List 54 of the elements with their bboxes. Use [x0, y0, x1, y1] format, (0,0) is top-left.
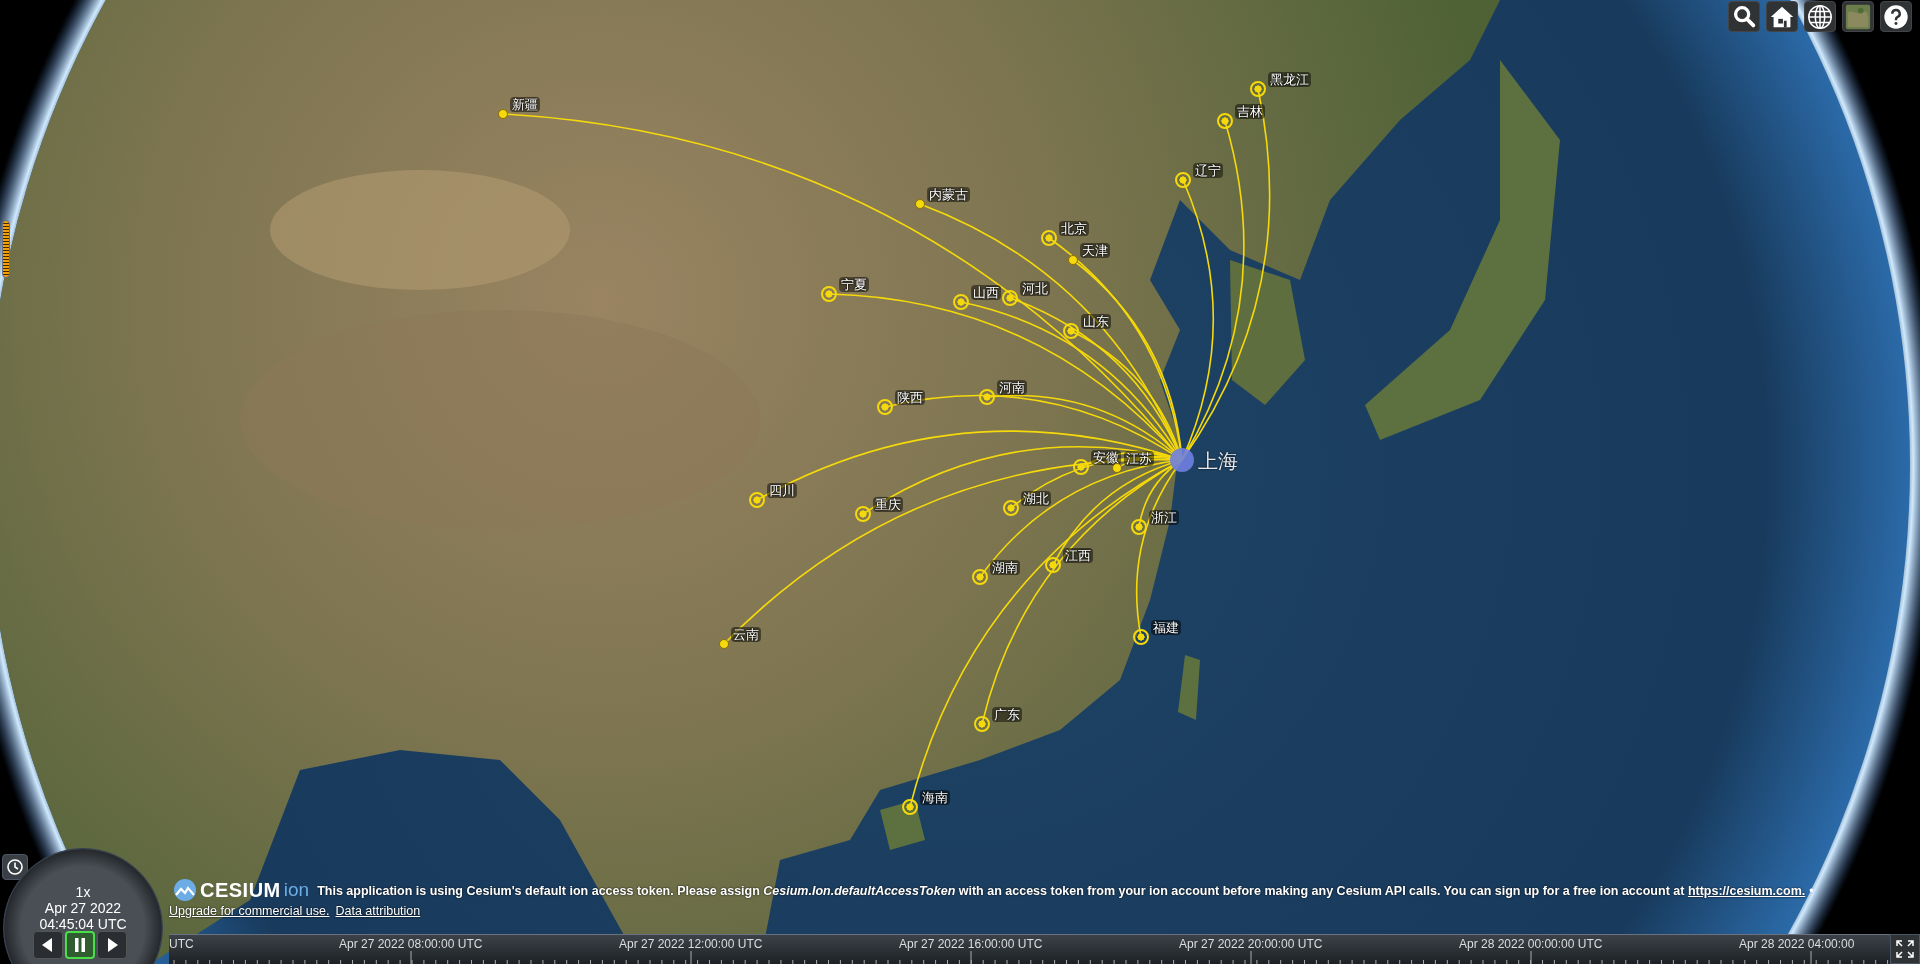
timeline-label: Apr 28 2022 00:00:00 UTC	[1459, 937, 1603, 952]
province-label: 福建	[1151, 620, 1181, 635]
animation-speed: 1x	[75, 884, 91, 900]
timeline-label: Apr 27 2022 16:00:00 UTC	[899, 937, 1043, 952]
reverse-button[interactable]	[33, 931, 63, 959]
timeline-label: Apr 27 2022 12:00:00 UTC	[619, 937, 763, 952]
province-label: 河北	[1020, 281, 1050, 296]
upgrade-link[interactable]: Upgrade for commercial use.	[169, 902, 330, 920]
province-label: 河南	[997, 380, 1027, 395]
province-label: 吉林	[1235, 104, 1265, 119]
token-notice: This application is using Cesium's default ion access token. Please assign Cesium.Ion.defaultAccessToken with an access token from your ion account before making any Cesium API calls. You can sign up for a free ion account at https://cesium.com.	[317, 883, 1806, 900]
help-icon	[1882, 2, 1910, 31]
location-marker[interactable]	[719, 639, 729, 649]
scene-mode-button[interactable]	[1804, 1, 1836, 32]
animation-date: Apr 27 2022	[44, 900, 122, 916]
clock-icon	[6, 858, 24, 876]
location-marker[interactable]	[915, 199, 925, 209]
province-label: 天津	[1080, 243, 1110, 258]
location-marker[interactable]	[1112, 463, 1122, 473]
home-button[interactable]	[1766, 1, 1798, 32]
timeline-label: Apr 27 2022 08:00:00 UTC	[339, 937, 483, 952]
province-label: 四川	[767, 483, 797, 498]
timeline-label: Apr 27 2022 20:00:00 UTC	[1179, 937, 1323, 952]
signup-link[interactable]: https://cesium.com.	[1687, 884, 1806, 898]
province-label: 宁夏	[839, 277, 869, 292]
timeline-label: Apr 28 2022 04:00:00	[1739, 937, 1855, 952]
logo-wordmark: CESIUM	[200, 879, 281, 901]
province-label: 海南	[920, 790, 950, 805]
pause-button[interactable]	[65, 931, 95, 959]
timeline[interactable]: UTC Apr 27 2022 08:00:00 UTC Apr 27 2022 12:00:00 UTC Apr 27 2022 16:00:00 UTC Apr 27 2022 20:00:00 UTC Apr 28 2022 00:00:00 UTC Apr 28 2022 04:00:00	[169, 934, 1890, 964]
imagery-thumbnail-icon	[1844, 2, 1872, 31]
separator-dot: •	[1809, 883, 1814, 900]
province-label: 重庆	[873, 497, 903, 512]
island-drawing	[1178, 655, 1200, 720]
globe-icon	[1806, 2, 1834, 31]
clock-button[interactable]	[2, 854, 28, 880]
search-button[interactable]	[1728, 1, 1760, 32]
base-layer-button[interactable]	[1842, 1, 1874, 32]
play-button[interactable]	[97, 931, 127, 959]
logo-suffix: ion	[283, 879, 310, 901]
timeline-label: UTC	[169, 937, 194, 952]
fullscreen-button[interactable]	[1890, 934, 1920, 964]
location-marker[interactable]	[1068, 255, 1078, 265]
attribution-link[interactable]: Data attribution	[335, 902, 421, 920]
province-label: 辽宁	[1193, 163, 1223, 178]
province-label: 广东	[992, 707, 1022, 722]
location-marker[interactable]	[498, 109, 508, 119]
animation-time: 04:45:04 UTC	[39, 916, 127, 932]
province-label: 内蒙古	[927, 187, 970, 202]
fullscreen-icon	[1895, 939, 1915, 959]
vertical-gauge	[2, 220, 10, 278]
logo-icon	[173, 878, 197, 902]
help-button[interactable]	[1880, 1, 1912, 32]
city-label: 上海	[1198, 450, 1238, 472]
